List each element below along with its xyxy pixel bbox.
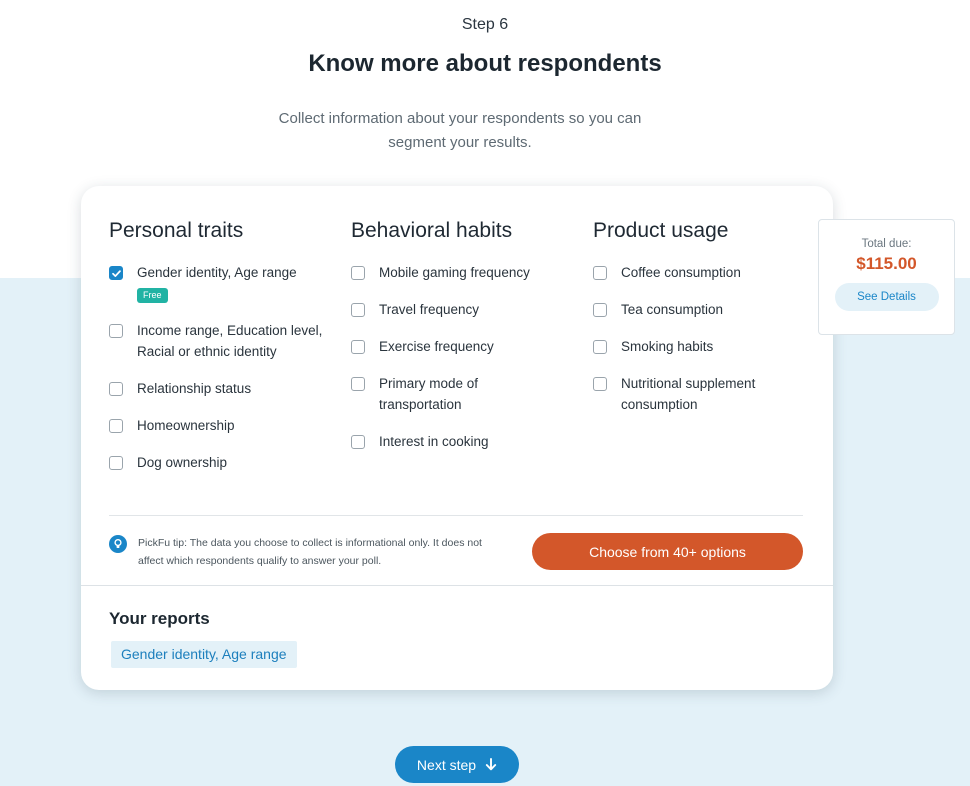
reports-title: Your reports (109, 609, 210, 628)
option-label: Nutritional supplement consumption (621, 376, 756, 412)
total-due-label: Total due: (861, 238, 912, 250)
option-label: Relationship status (137, 381, 252, 396)
next-step-button[interactable]: Next step (395, 746, 519, 783)
checkbox[interactable] (109, 456, 123, 470)
option-label: Travel frequency (379, 302, 480, 317)
step-label: Step 6 (461, 16, 509, 33)
column-product-usage: Product usage Coffee consumption Tea con… (593, 218, 833, 433)
option-dog-ownership[interactable]: Dog ownership (109, 454, 349, 473)
option-label: Smoking habits (621, 339, 714, 354)
next-step-label: Next step (416, 756, 477, 773)
checkmark-icon (111, 269, 121, 277)
checkbox[interactable] (351, 435, 365, 449)
choose-options-button[interactable]: Choose from 40+ options (532, 533, 803, 570)
see-details-button[interactable]: See Details (834, 283, 939, 311)
column-personal-traits: Personal traits Gender identity, Age ran… (109, 218, 349, 491)
option-cooking-interest[interactable]: Interest in cooking (351, 433, 591, 452)
option-label: Dog ownership (137, 455, 228, 470)
option-label: Exercise frequency (379, 339, 494, 354)
divider (81, 585, 833, 586)
option-label: Coffee consumption (621, 265, 741, 280)
page-title: Know more about respondents (308, 50, 662, 77)
option-smoking-habits[interactable]: Smoking habits (593, 338, 833, 357)
option-travel-frequency[interactable]: Travel frequency (351, 301, 591, 320)
checkbox[interactable] (593, 303, 607, 317)
option-nutritional-supplement[interactable]: Nutritional supplement consumption (593, 375, 833, 415)
option-label: Mobile gaming frequency (379, 265, 530, 280)
option-transportation[interactable]: Primary mode of transportation (351, 375, 591, 415)
report-tag: Gender identity, Age range (111, 641, 297, 668)
pickfu-tip: PickFu tip: The data you choose to colle… (109, 534, 509, 570)
option-coffee-consumption[interactable]: Coffee consumption (593, 264, 833, 283)
option-gender-age[interactable]: Gender identity, Age range Free (109, 264, 349, 304)
option-label: Primary mode of transportation (379, 376, 479, 412)
option-label: Homeownership (137, 418, 235, 433)
column-heading: Behavioral habits (351, 219, 513, 242)
checkbox[interactable] (351, 303, 365, 317)
divider (109, 515, 803, 516)
option-tea-consumption[interactable]: Tea consumption (593, 301, 833, 320)
option-label: Tea consumption (621, 302, 724, 317)
checkbox[interactable] (109, 382, 123, 396)
option-mobile-gaming[interactable]: Mobile gaming frequency (351, 264, 591, 283)
checkbox[interactable] (109, 324, 123, 338)
checkbox[interactable] (593, 377, 607, 391)
total-due-box: Total due: $115.00 See Details (818, 219, 955, 335)
tip-text: PickFu tip: The data you choose to colle… (138, 537, 482, 567)
checkbox[interactable] (351, 377, 365, 391)
option-homeownership[interactable]: Homeownership (109, 417, 349, 436)
option-label: Gender identity, Age range (137, 265, 297, 280)
checkbox[interactable] (351, 266, 365, 280)
checkbox[interactable] (351, 340, 365, 354)
arrow-down-icon (485, 758, 497, 771)
page-subtitle: Collect information about your responden… (278, 110, 642, 151)
checkbox[interactable] (593, 340, 607, 354)
column-heading: Personal traits (109, 219, 244, 242)
lightbulb-icon (109, 535, 127, 553)
checkbox-checked[interactable] (109, 266, 123, 280)
free-badge: Free (137, 288, 168, 303)
option-label: Interest in cooking (379, 434, 489, 449)
option-label: Income range, Education level, Racial or… (137, 323, 323, 359)
option-relationship-status[interactable]: Relationship status (109, 380, 349, 399)
option-exercise-frequency[interactable]: Exercise frequency (351, 338, 591, 357)
checkbox[interactable] (109, 419, 123, 433)
demographics-card: Personal traits Gender identity, Age ran… (81, 186, 833, 690)
column-heading: Product usage (593, 219, 729, 242)
total-due-amount: $115.00 (856, 254, 917, 273)
option-income-education[interactable]: Income range, Education level, Racial or… (109, 322, 349, 362)
checkbox[interactable] (593, 266, 607, 280)
column-behavioral-habits: Behavioral habits Mobile gaming frequenc… (351, 218, 591, 470)
